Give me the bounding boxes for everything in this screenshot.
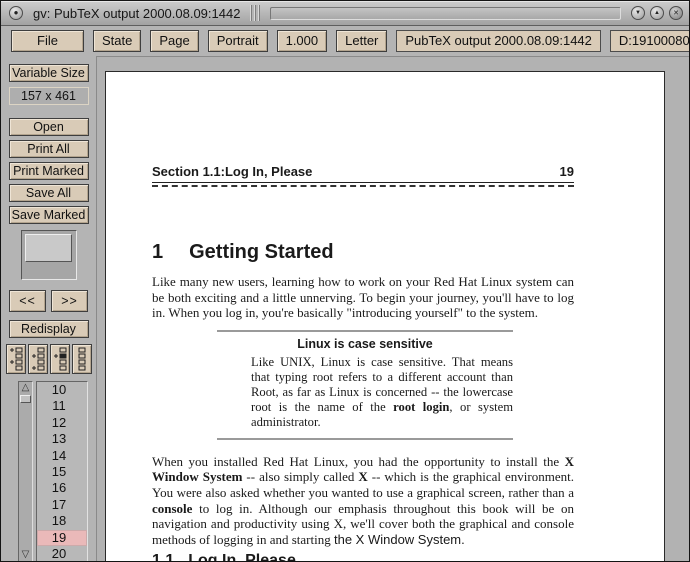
- media-button[interactable]: Letter: [336, 30, 387, 52]
- sidebar: Variable Size 157 x 461 Open Print All P…: [1, 56, 96, 562]
- page-list-item[interactable]: 13: [37, 431, 87, 447]
- chapter-heading: 1 Getting Started: [152, 241, 574, 264]
- variable-size-button[interactable]: Variable Size: [9, 64, 89, 82]
- page-list-item[interactable]: 16: [37, 480, 87, 496]
- page-locator[interactable]: [21, 230, 77, 280]
- mark-even-pages-icon: [31, 347, 45, 371]
- sphere-icon: ●: [14, 9, 19, 17]
- page-list-area: △ ▽ 1011121314151617181920: [1, 381, 96, 562]
- close-button[interactable]: ✕: [669, 6, 683, 20]
- running-header: Section 1.1:Log In, Please 19: [152, 164, 574, 183]
- save-all-button[interactable]: Save All: [9, 184, 89, 202]
- running-header-rule: [152, 185, 574, 187]
- prev-page-button[interactable]: <<: [9, 290, 46, 312]
- note-title: Linux is case sensitive: [217, 337, 513, 351]
- print-marked-button[interactable]: Print Marked: [9, 162, 89, 180]
- document-page: Section 1.1:Log In, Please 19 1 Getting …: [105, 71, 665, 562]
- page-list-item[interactable]: 10: [37, 382, 87, 398]
- document-title-field: PubTeX output 2000.08.09:1442: [396, 30, 601, 52]
- page-list-item[interactable]: 12: [37, 415, 87, 431]
- mark-current-page-button[interactable]: [50, 344, 70, 374]
- page-list-scrollbar[interactable]: △ ▽: [18, 381, 33, 562]
- arrow-down-circle-icon: ▼: [635, 10, 641, 16]
- page-menu-button[interactable]: Page: [150, 30, 198, 52]
- titlebar-grip[interactable]: [270, 7, 621, 20]
- mark-even-pages-button[interactable]: [28, 344, 48, 374]
- gv-window: ● gv: PubTeX output 2000.08.09:1442 ▼ ▲ …: [0, 0, 690, 562]
- scroll-up-icon[interactable]: △: [22, 382, 30, 394]
- window-menu-button[interactable]: ●: [9, 6, 23, 20]
- close-circle-icon: ✕: [673, 10, 679, 17]
- page-list-item[interactable]: 15: [37, 464, 87, 480]
- page-list-item[interactable]: 19: [37, 530, 87, 546]
- running-header-pagenum: 19: [560, 164, 574, 179]
- paragraph-1: Like many new users, learning how to wor…: [152, 274, 574, 321]
- iconify-button[interactable]: ▼: [631, 6, 645, 20]
- open-button[interactable]: Open: [9, 118, 89, 136]
- maximize-button[interactable]: ▲: [650, 6, 664, 20]
- note-box: Linux is case sensitive Like UNIX, Linux…: [217, 330, 513, 440]
- mark-odd-pages-button[interactable]: [6, 344, 26, 374]
- state-menu-button[interactable]: State: [93, 30, 141, 52]
- section-number: 1.1: [152, 552, 174, 562]
- note-bottom-rule: [217, 438, 513, 440]
- save-marked-button[interactable]: Save Marked: [9, 206, 89, 224]
- marker-buttons: [6, 344, 92, 374]
- note-body: Like UNIX, Linux is case sensitive. That…: [251, 355, 513, 430]
- note-top-rule: [217, 330, 513, 332]
- scrollbar-thumb[interactable]: [20, 395, 31, 403]
- page-list-item[interactable]: 18: [37, 513, 87, 529]
- scale-button[interactable]: 1.000: [277, 30, 328, 52]
- page-list-item[interactable]: 11: [37, 398, 87, 414]
- paragraph-2: When you installed Red Hat Linux, you ha…: [152, 454, 574, 548]
- next-page-button[interactable]: >>: [51, 290, 88, 312]
- page-list-item[interactable]: 14: [37, 448, 87, 464]
- titlebar-ridges: [250, 5, 260, 21]
- titlebar[interactable]: ● gv: PubTeX output 2000.08.09:1442 ▼ ▲ …: [1, 1, 689, 26]
- running-header-title: Section 1.1:Log In, Please: [152, 164, 312, 179]
- redisplay-button[interactable]: Redisplay: [9, 320, 89, 338]
- mark-current-page-icon: [53, 347, 67, 371]
- page-list[interactable]: 1011121314151617181920: [36, 381, 88, 562]
- print-all-button[interactable]: Print All: [9, 140, 89, 158]
- window-title: gv: PubTeX output 2000.08.09:1442: [29, 6, 244, 21]
- scroll-down-icon[interactable]: ▽: [22, 549, 30, 561]
- chapter-title: Getting Started: [189, 241, 333, 264]
- mark-odd-pages-icon: [9, 347, 23, 371]
- file-menu-button[interactable]: File: [11, 30, 84, 52]
- unmark-all-button[interactable]: [72, 344, 92, 374]
- document-viewport[interactable]: Section 1.1:Log In, Please 19 1 Getting …: [96, 56, 689, 562]
- unmark-all-icon: [75, 347, 89, 371]
- arrow-up-circle-icon: ▲: [654, 10, 660, 16]
- chapter-number: 1: [152, 241, 163, 264]
- toolbar: File State Page Portrait 1.000 Letter Pu…: [1, 26, 689, 56]
- locator-visible-area[interactable]: [25, 234, 72, 262]
- section-title: Log In, Please: [188, 552, 296, 562]
- page-list-item[interactable]: 20: [37, 546, 87, 562]
- page-list-item[interactable]: 17: [37, 497, 87, 513]
- page-size-label: 157 x 461: [9, 87, 89, 105]
- section-heading: 1.1 Log In, Please: [152, 552, 574, 562]
- document-date-field: D:191000809150353: [610, 30, 690, 52]
- orientation-button[interactable]: Portrait: [208, 30, 268, 52]
